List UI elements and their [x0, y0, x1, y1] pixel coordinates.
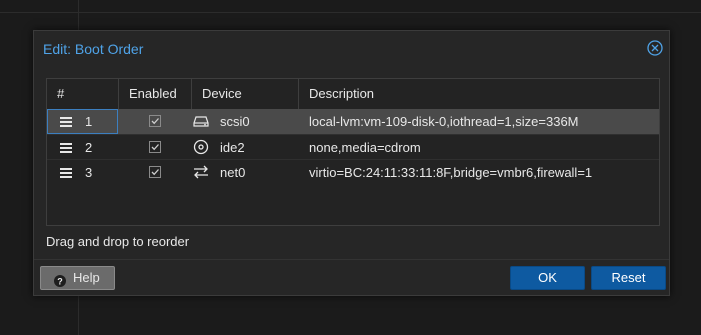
question-icon: ? [54, 272, 66, 287]
drag-handle-icon[interactable] [60, 117, 72, 127]
svg-text:?: ? [57, 277, 63, 287]
table-row[interactable]: 1 scsi0 local-lvm:vm-109-disk-0,iothread… [47, 109, 659, 134]
grid-header: # Enabled Device Description [47, 79, 659, 110]
boot-order-grid: # Enabled Device Description 1 scsi0 loc… [46, 78, 660, 226]
column-header-enabled[interactable]: Enabled [119, 79, 192, 109]
focus-indicator [47, 109, 118, 134]
column-header-description[interactable]: Description [299, 79, 659, 109]
enabled-checkbox[interactable] [149, 115, 161, 127]
cdrom-icon [193, 139, 209, 155]
column-header-device[interactable]: Device [192, 79, 299, 109]
footer-divider [34, 259, 669, 260]
row-number: 2 [85, 140, 93, 155]
column-header-num[interactable]: # [47, 79, 119, 109]
device-description: local-lvm:vm-109-disk-0,iothread=1,size=… [309, 114, 579, 129]
device-name: scsi0 [220, 114, 250, 129]
background-divider [0, 12, 701, 13]
enabled-checkbox[interactable] [149, 166, 161, 178]
device-description: none,media=cdrom [309, 140, 421, 155]
drag-handle-icon[interactable] [60, 168, 72, 178]
boot-order-dialog: Edit: Boot Order # Enabled Device Descri… [33, 30, 670, 296]
network-exchange-icon [193, 164, 209, 180]
reset-button[interactable]: Reset [591, 266, 666, 290]
drag-handle-icon[interactable] [60, 143, 72, 153]
help-button[interactable]: ? Help [40, 266, 115, 290]
dialog-title: Edit: Boot Order [43, 41, 144, 57]
help-button-label: Help [73, 270, 100, 285]
enabled-checkbox[interactable] [149, 141, 161, 153]
ok-button[interactable]: OK [510, 266, 585, 290]
row-number: 3 [85, 165, 93, 180]
device-description: virtio=BC:24:11:33:11:8F,bridge=vmbr6,fi… [309, 165, 593, 180]
table-row[interactable]: 3 net0 virtio=BC:24:11:33:11:8F,bridge=v… [47, 159, 659, 185]
row-number: 1 [85, 114, 93, 129]
close-icon[interactable] [647, 40, 663, 56]
dialog-titlebar[interactable]: Edit: Boot Order [34, 31, 669, 67]
hard-drive-icon [193, 113, 209, 129]
device-name: net0 [220, 165, 246, 180]
reorder-hint: Drag and drop to reorder [46, 234, 190, 249]
device-name: ide2 [220, 140, 245, 155]
table-row[interactable]: 2 ide2 none,media=cdrom [47, 134, 659, 160]
